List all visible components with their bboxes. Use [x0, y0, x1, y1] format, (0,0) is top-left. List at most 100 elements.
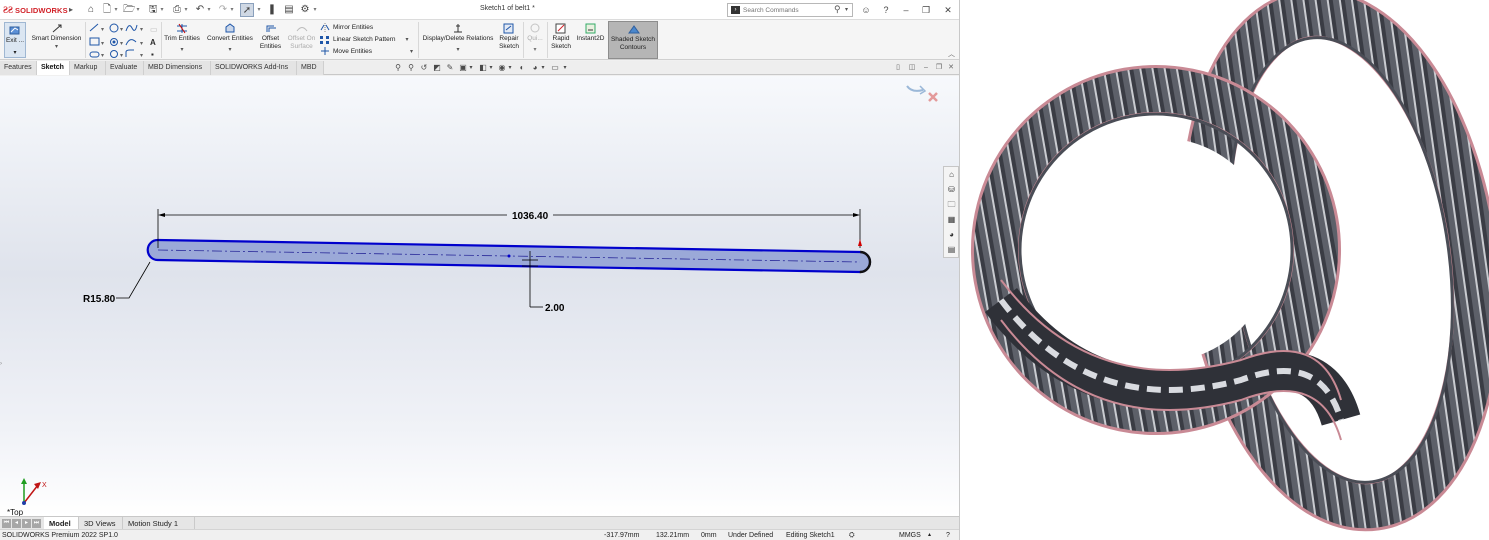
status-help-icon[interactable]: ? — [946, 531, 950, 540]
dimension-offset-text[interactable]: 2.00 — [545, 303, 565, 314]
previous-view-icon[interactable]: ↺ — [419, 63, 429, 73]
appearances-icon[interactable]: ◕ — [946, 229, 957, 240]
zoom-to-fit-icon[interactable]: ⚲ — [393, 63, 403, 73]
last-tab-icon[interactable]: ⏭ — [32, 519, 41, 528]
search-dropdown-icon[interactable]: ▾ — [845, 6, 848, 13]
search-commands-box[interactable]: › ⚲ ▾ — [727, 3, 853, 17]
smart-dimension-button[interactable]: Smart Dimension ▾ — [29, 23, 84, 51]
units-dropdown-icon[interactable]: ▴ — [928, 531, 931, 540]
dynamic-annotation-icon[interactable]: ✎ — [445, 63, 455, 73]
linear-sketch-pattern-button[interactable]: Linear Sketch Pattern ▾ — [320, 35, 409, 44]
instant2d-button[interactable]: Instant2D — [574, 23, 607, 43]
print-dropdown-icon[interactable]: ▾ — [183, 3, 189, 17]
tile-view-icon[interactable]: ▯ — [893, 63, 903, 73]
display-delete-relations-button[interactable]: Display/Delete Relations ▾ — [420, 23, 496, 54]
trim-entities-button[interactable]: Trim Entities ▾ — [163, 23, 201, 54]
restore-icon[interactable]: ❐ — [919, 3, 933, 17]
undo-dropdown-icon[interactable]: ▾ — [206, 3, 212, 17]
snaps-dropdown-icon[interactable]: ▾ — [525, 46, 545, 54]
collapse-ribbon-icon[interactable]: ︿ — [948, 49, 955, 59]
rapid-sketch-button[interactable]: Rapid Sketch — [549, 23, 573, 51]
doc-minimize-icon[interactable]: – — [921, 63, 931, 73]
search-input[interactable] — [743, 5, 831, 15]
redo-icon[interactable]: ↷ — [217, 3, 229, 17]
menu-expand-icon[interactable]: ▸ — [66, 4, 76, 16]
fillet-tool-button[interactable] — [125, 46, 139, 58]
relations-dropdown-icon[interactable]: ▾ — [420, 46, 496, 54]
next-tab-icon[interactable]: ▸ — [22, 519, 31, 528]
ellipse-tool-button[interactable] — [125, 33, 139, 45]
solidworks-logo[interactable]: ƧƧ SOLIDWORKS — [3, 4, 68, 16]
previous-tab-icon[interactable]: ◂ — [12, 519, 21, 528]
dimension-radius-text[interactable]: R15.80 — [83, 294, 116, 305]
move-dropdown-icon[interactable]: ▾ — [410, 48, 413, 55]
circle-tool-button[interactable] — [106, 20, 120, 32]
section-view-icon[interactable]: ◩ — [432, 63, 442, 73]
offset-entities-button[interactable]: Offset Entities — [258, 23, 283, 51]
redo-dropdown-icon[interactable]: ▾ — [229, 3, 235, 17]
select-dropdown-icon[interactable]: ▾ — [256, 3, 262, 17]
point-tool-button[interactable] — [148, 46, 158, 58]
display-style-dropdown-icon[interactable]: ▾ — [486, 63, 496, 73]
doc-restore-icon[interactable]: ❐ — [934, 63, 944, 73]
edit-appearance-icon[interactable]: ◐ — [517, 63, 527, 73]
close-icon[interactable]: ✕ — [941, 3, 955, 17]
tab-features[interactable]: Features — [0, 61, 37, 75]
tab-markup[interactable]: Markup — [70, 61, 106, 75]
center-circle-tool-button[interactable] — [106, 33, 120, 45]
view-settings-dropdown-icon[interactable]: ▾ — [560, 63, 570, 73]
options-gear-icon[interactable]: ⚙ — [299, 3, 311, 17]
trim-dropdown-icon[interactable]: ▾ — [163, 46, 201, 54]
unit-system-selector[interactable]: MMGS — [899, 531, 921, 540]
view-settings-icon[interactable]: ▭ — [550, 63, 560, 73]
search-icon[interactable]: ⚲ — [834, 4, 841, 15]
first-tab-icon[interactable]: ⏮ — [2, 519, 11, 528]
exit-dropdown-icon[interactable]: ▾ — [5, 49, 25, 57]
spline-tool-button[interactable] — [125, 20, 139, 32]
repair-sketch-button[interactable]: Repair Sketch — [497, 23, 521, 51]
minimize-icon[interactable]: – — [899, 3, 913, 17]
tab-sketch[interactable]: Sketch — [37, 61, 70, 75]
open-dropdown-icon[interactable]: ▾ — [135, 3, 141, 17]
mirror-entities-button[interactable]: Mirror Entities — [320, 23, 373, 32]
user-account-icon[interactable]: ☺ — [859, 3, 873, 17]
slot-tool-button[interactable] — [88, 46, 102, 58]
tab-evaluate[interactable]: Evaluate — [106, 61, 144, 75]
view-orientation-dropdown-icon[interactable]: ▾ — [466, 63, 476, 73]
offset-on-surface-button[interactable]: Offset On Surface — [285, 23, 318, 51]
view-split-icon[interactable]: ◫ — [907, 63, 917, 73]
custom-properties-icon[interactable]: ▤ — [946, 244, 957, 255]
shaded-sketch-contours-button[interactable]: Shaded Sketch Contours — [608, 21, 658, 59]
smart-dimension-dropdown-icon[interactable]: ▾ — [29, 43, 84, 51]
tab-mbd[interactable]: MBD — [297, 61, 324, 75]
tab-solidworks-add-ins[interactable]: SOLIDWORKS Add-Ins — [211, 61, 297, 75]
dimension-length-text[interactable]: 1036.40 — [512, 211, 549, 222]
help-icon[interactable]: ? — [879, 3, 893, 17]
new-dropdown-icon[interactable]: ▾ — [113, 3, 119, 17]
graphics-area[interactable]: 1036.40 R15.80 2.00 X ⌂ ⛁ 🗀 ▦ ◕ ▤ › — [0, 76, 960, 516]
zoom-to-area-icon[interactable]: ⚲ — [406, 63, 416, 73]
traffic-light-icon[interactable]: ❚ — [266, 3, 278, 17]
move-entities-button[interactable]: Move Entities ▾ — [320, 47, 413, 56]
hide-show-dropdown-icon[interactable]: ▾ — [505, 63, 515, 73]
home-task-icon[interactable]: ⌂ — [946, 169, 957, 180]
view-palette-icon[interactable]: ▦ — [946, 214, 957, 225]
convert-dropdown-icon[interactable]: ▾ — [204, 46, 256, 54]
undo-icon[interactable]: ↶ — [194, 3, 206, 17]
file-properties-icon[interactable]: ▤ — [283, 3, 295, 17]
new-document-icon[interactable]: 🗋 — [101, 3, 113, 17]
tab-mbd-dimensions[interactable]: MBD Dimensions — [144, 61, 211, 75]
line-tool-button[interactable] — [88, 20, 102, 32]
options-dropdown-icon[interactable]: ▾ — [312, 3, 318, 17]
dimension-radius[interactable]: R15.80 — [83, 261, 151, 305]
rectangle-tool-button[interactable] — [88, 33, 102, 45]
scene-dropdown-icon[interactable]: ▾ — [538, 63, 548, 73]
feature-tree-expand-handle[interactable]: › — [0, 357, 6, 371]
pattern-dropdown-icon[interactable]: ▾ — [406, 36, 409, 43]
design-library-icon[interactable]: ⛁ — [946, 184, 957, 195]
quick-snaps-button[interactable]: Qui... ▾ — [525, 23, 545, 54]
save-icon[interactable]: 🖫 — [147, 3, 159, 17]
sketch-canvas[interactable]: 1036.40 R15.80 2.00 X — [0, 76, 960, 516]
confirmation-corner[interactable] — [906, 85, 938, 102]
select-arrow-icon[interactable]: ➚ — [240, 3, 254, 17]
